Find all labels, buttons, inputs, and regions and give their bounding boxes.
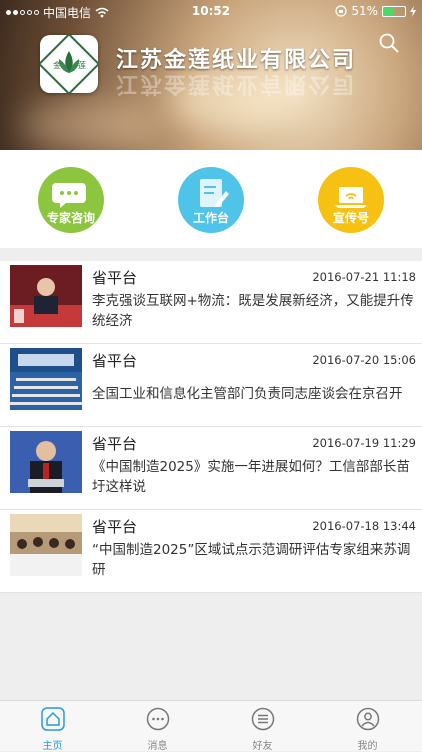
status-bar: 中国电信 10:52 51% bbox=[0, 0, 422, 22]
news-source: 省平台 bbox=[92, 269, 138, 287]
search-icon[interactable] bbox=[378, 32, 400, 54]
news-source: 省平台 bbox=[92, 352, 138, 370]
news-thumbnail bbox=[10, 514, 82, 576]
news-title: 《中国制造2025》实施一年进展如何？工信部部长苗圩这样说 bbox=[92, 459, 410, 495]
tab-home[interactable]: 主页 bbox=[0, 701, 105, 752]
news-thumbnail bbox=[10, 431, 82, 493]
publicity-button[interactable]: 宣传号 bbox=[318, 167, 384, 233]
news-list: 省平台 2016-07-21 11:18 李克强谈互联网+物流：既是发展新经济，… bbox=[0, 261, 422, 593]
news-title: 李克强谈互联网+物流：既是发展新经济，又能提升传统经济 bbox=[92, 293, 414, 329]
home-icon bbox=[41, 707, 65, 731]
workbench-label: 工作台 bbox=[192, 211, 229, 225]
workbench-button[interactable]: 工作台 bbox=[178, 167, 244, 233]
lock-rotation-icon bbox=[335, 5, 347, 17]
news-title: “中国制造2025”区域试点示范调研评估专家组来苏调研 bbox=[92, 542, 411, 578]
battery-icon bbox=[382, 5, 406, 17]
company-name-reflection: 江苏金莲纸业有限公司 bbox=[116, 71, 357, 96]
tab-friends[interactable]: 好友 bbox=[210, 701, 315, 752]
svg-text:莲: 莲 bbox=[78, 60, 86, 70]
expert-consult-button[interactable]: 专家咨询 bbox=[38, 167, 104, 233]
news-date: 2016-07-21 11:18 bbox=[312, 270, 416, 284]
battery-percent: 51% bbox=[351, 4, 378, 18]
list-icon bbox=[251, 707, 275, 731]
news-thumbnail bbox=[10, 348, 82, 410]
charging-icon bbox=[410, 5, 416, 17]
company-logo: 金 莲 bbox=[37, 32, 101, 96]
quick-actions: 专家咨询 工作台 宣传号 bbox=[0, 150, 422, 248]
tab-messages[interactable]: 消息 bbox=[105, 701, 210, 752]
news-title: 全国工业和信息化主管部门负责同志座谈会在京召开 bbox=[92, 386, 403, 402]
banner-glow bbox=[20, 100, 160, 150]
news-date: 2016-07-18 13:44 bbox=[312, 519, 416, 533]
publicity-label: 宣传号 bbox=[332, 211, 369, 225]
svg-text:金: 金 bbox=[53, 60, 61, 70]
expert-consult-label: 专家咨询 bbox=[46, 211, 95, 225]
news-thumbnail bbox=[10, 265, 82, 327]
news-item[interactable]: 省平台 2016-07-20 15:06 全国工业和信息化主管部门负责同志座谈会… bbox=[0, 344, 422, 427]
news-item[interactable]: 省平台 2016-07-21 11:18 李克强谈互联网+物流：既是发展新经济，… bbox=[0, 261, 422, 344]
user-icon bbox=[356, 707, 380, 731]
news-source: 省平台 bbox=[92, 435, 138, 453]
news-date: 2016-07-20 15:06 bbox=[312, 353, 416, 367]
news-date: 2016-07-19 11:29 bbox=[312, 436, 416, 450]
message-icon bbox=[146, 707, 170, 731]
tab-bar: 主页 消息 好友 我的 bbox=[0, 700, 422, 752]
header-banner: 中国电信 10:52 51% 金 莲 江苏金莲纸业有限公司 江苏金莲纸业有限公司 bbox=[0, 0, 422, 150]
news-source: 省平台 bbox=[92, 518, 138, 536]
news-item[interactable]: 省平台 2016-07-18 13:44 “中国制造2025”区域试点示范调研评… bbox=[0, 510, 422, 593]
tab-profile[interactable]: 我的 bbox=[315, 701, 420, 752]
news-item[interactable]: 省平台 2016-07-19 11:29 《中国制造2025》实施一年进展如何？… bbox=[0, 427, 422, 510]
